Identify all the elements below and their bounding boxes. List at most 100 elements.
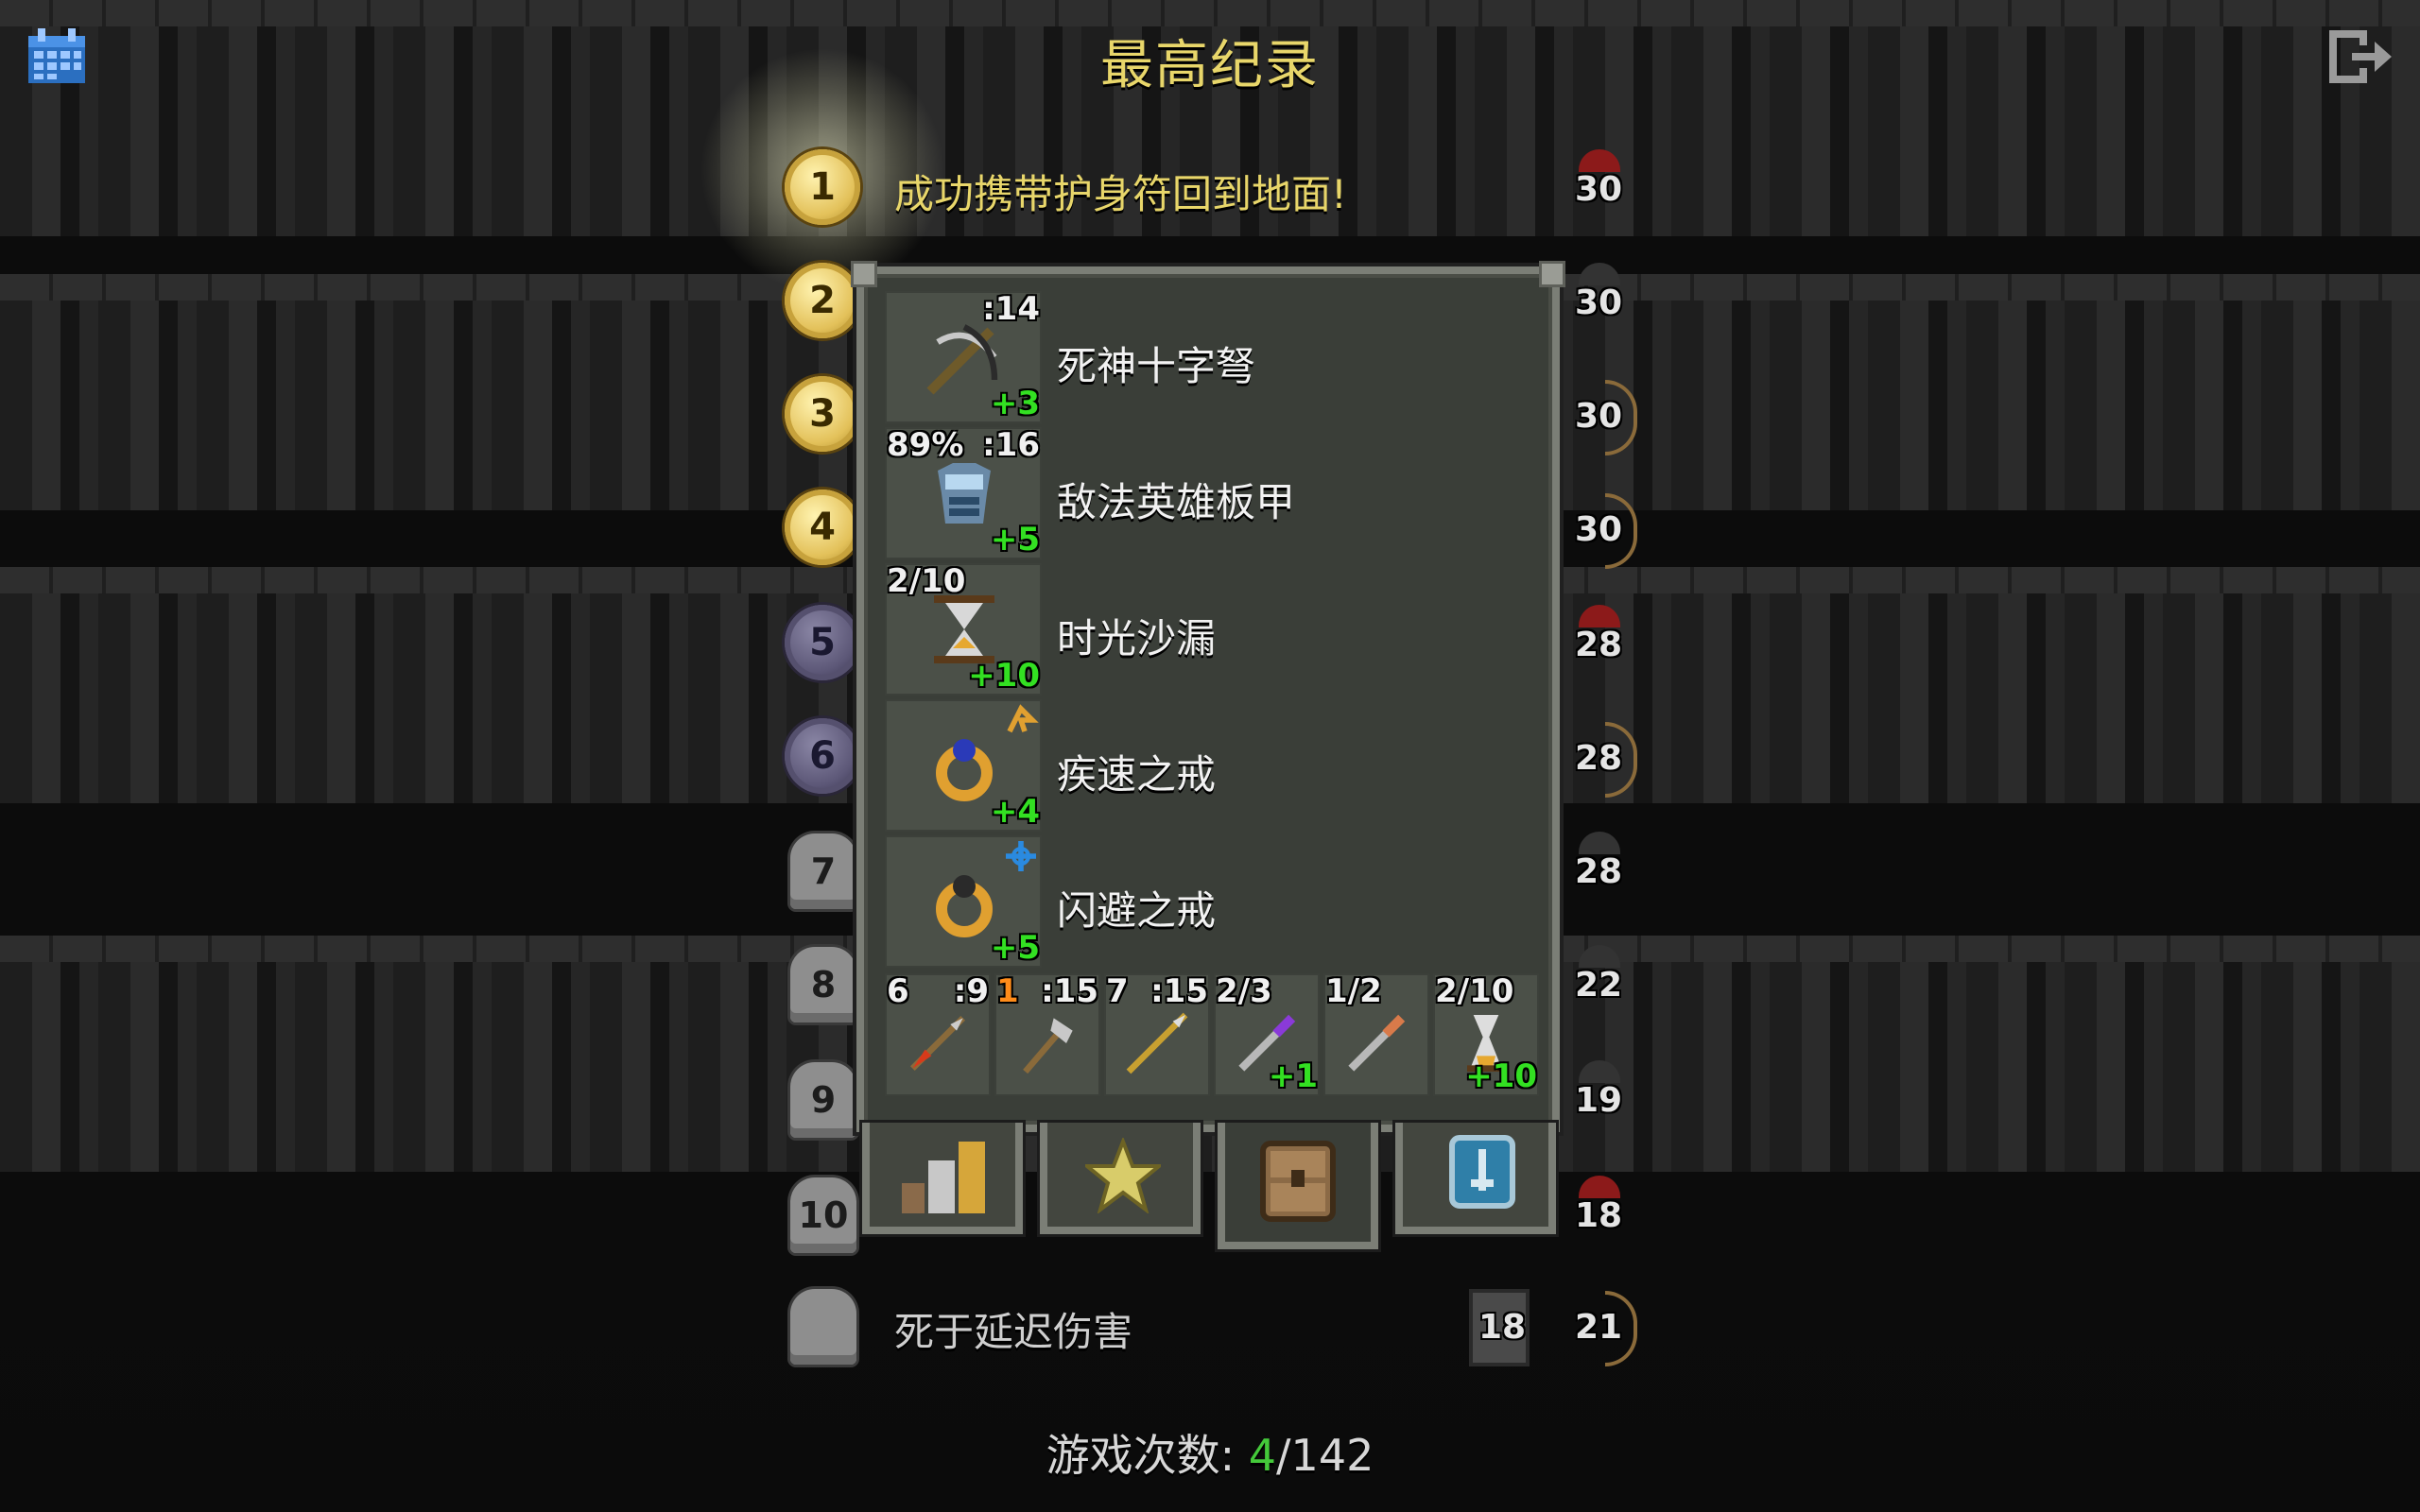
hero-level: 30 <box>1575 170 1623 209</box>
page-title: 最高纪录 <box>1100 35 1320 96</box>
hero-level: 21 <box>1575 1308 1623 1347</box>
item-upgrade-label: +5 <box>990 929 1040 967</box>
item-top-right-label: :16 <box>982 426 1040 464</box>
backpack-icon <box>1260 1141 1336 1222</box>
games-won-count: 4 <box>1248 1430 1277 1481</box>
equipped-item-row[interactable]: +4 疾速之戒 <box>885 699 1537 832</box>
challenges-tab[interactable] <box>1395 1123 1556 1234</box>
item-upgrade-label: +4 <box>990 793 1040 831</box>
huntress-icon: 30 <box>1569 490 1637 569</box>
hero-level: 18 <box>1575 1196 1623 1235</box>
item-upgrade-label: +5 <box>990 521 1040 558</box>
games-total-count: 142 <box>1290 1430 1374 1481</box>
item-name: 死神十字弩 <box>1057 343 1256 389</box>
item-name: 时光沙漏 <box>1057 615 1217 662</box>
quick-item-slot[interactable]: 2/3 +1 <box>1214 973 1320 1096</box>
rogue-icon: 30 <box>1569 263 1635 338</box>
hero-level: 19 <box>1575 1081 1623 1120</box>
rank-description: 死于延迟伤害 <box>894 1309 1133 1355</box>
quick-item-slot[interactable]: 2/10 +10 <box>1433 973 1539 1096</box>
rank-medal: 3 <box>785 376 860 452</box>
bar-chart-icon <box>902 1142 985 1213</box>
mage-icon: 22 <box>1569 945 1635 1021</box>
item-slot[interactable]: +5 <box>885 835 1042 968</box>
item-slot[interactable]: +4 <box>885 699 1042 832</box>
rank-medal: 5 <box>785 605 860 680</box>
quick-items-row: 6:9 1:15 7:15 2/3 +1 1/2 2/10 +10 <box>885 973 1539 1096</box>
rank-medal: 1 <box>785 149 860 225</box>
quick-item-strength: :15 <box>1041 972 1098 1010</box>
depth-icon: 18 <box>1465 1287 1531 1366</box>
warrior-icon: 18 <box>1569 1176 1635 1251</box>
quick-item-strength: :9 <box>953 972 989 1010</box>
window-corner <box>1539 261 1565 287</box>
items-tab[interactable] <box>1218 1123 1378 1249</box>
tombstone-icon: 9 <box>790 1062 856 1138</box>
quick-item-upgrade: +10 <box>1465 1057 1537 1095</box>
item-top-left-label: 89% <box>887 426 964 464</box>
games-played: 游戏次数: 4/142 <box>0 1421 2420 1484</box>
quick-item-quantity: 7 <box>1106 972 1129 1010</box>
item-top-left-label: 2/10 <box>887 562 966 600</box>
badges-tab[interactable] <box>1040 1123 1201 1234</box>
hero-level: 28 <box>1575 739 1623 778</box>
wand-copper-icon <box>1339 1005 1414 1085</box>
item-upgrade-label: +10 <box>968 657 1040 695</box>
games-played-label: 游戏次数: <box>1046 1430 1236 1481</box>
quick-item-strength: :15 <box>1150 972 1208 1010</box>
quick-item-slot[interactable]: 7 :15 <box>1104 973 1210 1096</box>
quick-item-upgrade: +1 <box>1268 1057 1318 1095</box>
item-name: 敌法英雄板甲 <box>1057 479 1296 525</box>
hero-level: 28 <box>1575 852 1623 891</box>
warrior-icon: 30 <box>1569 149 1635 225</box>
evasion-rune-icon <box>1002 837 1040 879</box>
tombstone-icon: 7 <box>790 833 856 909</box>
hero-level: 30 <box>1575 510 1623 549</box>
quick-item-slot[interactable]: 6 :9 <box>885 973 991 1096</box>
huntress-icon: 21 <box>1569 1287 1637 1366</box>
equipped-item-row[interactable]: :14 +3 死神十字弩 <box>885 291 1537 423</box>
tombstone-icon: 8 <box>790 947 856 1022</box>
hero-level: 30 <box>1575 397 1623 436</box>
quick-item-slot[interactable]: 1 :15 <box>994 973 1100 1096</box>
item-name: 疾速之戒 <box>1057 751 1217 798</box>
quick-item-quantity: 1 <box>996 972 1019 1010</box>
item-top-right-label: :14 <box>982 290 1040 328</box>
games-separator: / <box>1276 1430 1291 1481</box>
throwing-axe-icon <box>1010 1005 1085 1085</box>
mage-icon: 28 <box>1569 832 1635 907</box>
rank-description: 成功携带护身符回到地面! <box>894 171 1347 217</box>
hero-info-window: :14 +3 死神十字弩 89% :16 +5 敌法英雄板甲 2/10 +10 时光沙漏 +4 疾速之… <box>851 261 1565 1132</box>
item-slot[interactable]: :14 +3 <box>885 291 1042 423</box>
item-slot[interactable]: 89% :16 +5 <box>885 427 1042 559</box>
fire-arrow-icon <box>900 1005 976 1085</box>
tombstone-icon <box>790 1289 856 1365</box>
star-icon <box>1085 1138 1161 1213</box>
item-slot[interactable]: 2/10 +10 <box>885 563 1042 696</box>
item-upgrade-label: +3 <box>990 385 1040 422</box>
hero-level: 30 <box>1575 284 1623 322</box>
ranking-row[interactable]: 死于延迟伤害 18 21 <box>785 1287 1692 1372</box>
hero-level: 22 <box>1575 966 1623 1005</box>
rank-medal: 2 <box>785 263 860 338</box>
quick-item-slot[interactable]: 1/2 <box>1323 973 1429 1096</box>
depth-value: 18 <box>1478 1308 1527 1347</box>
equipped-item-row[interactable]: 2/10 +10 时光沙漏 <box>885 563 1537 696</box>
ranking-row[interactable]: 1 成功携带护身符回到地面! 30 <box>785 149 1692 234</box>
hero-level: 28 <box>1575 626 1623 664</box>
javelin-icon <box>1119 1005 1195 1085</box>
rank-medal: 4 <box>785 490 860 565</box>
quick-item-quantity: 2/3 <box>1216 972 1272 1010</box>
equipped-item-row[interactable]: 89% :16 +5 敌法英雄板甲 <box>885 427 1537 559</box>
equipped-item-row[interactable]: +5 闪避之戒 <box>885 835 1537 968</box>
scroll-icon <box>1449 1135 1515 1209</box>
tombstone-icon: 10 <box>790 1177 856 1253</box>
huntress-icon: 28 <box>1569 718 1637 798</box>
exit-icon[interactable] <box>2325 26 2394 87</box>
window-corner <box>851 261 877 287</box>
quick-item-quantity: 6 <box>887 972 909 1010</box>
stats-tab[interactable] <box>862 1123 1023 1234</box>
warrior-icon: 28 <box>1569 605 1635 680</box>
quick-item-quantity: 2/10 <box>1435 972 1514 1010</box>
quick-item-quantity: 1/2 <box>1325 972 1382 1010</box>
